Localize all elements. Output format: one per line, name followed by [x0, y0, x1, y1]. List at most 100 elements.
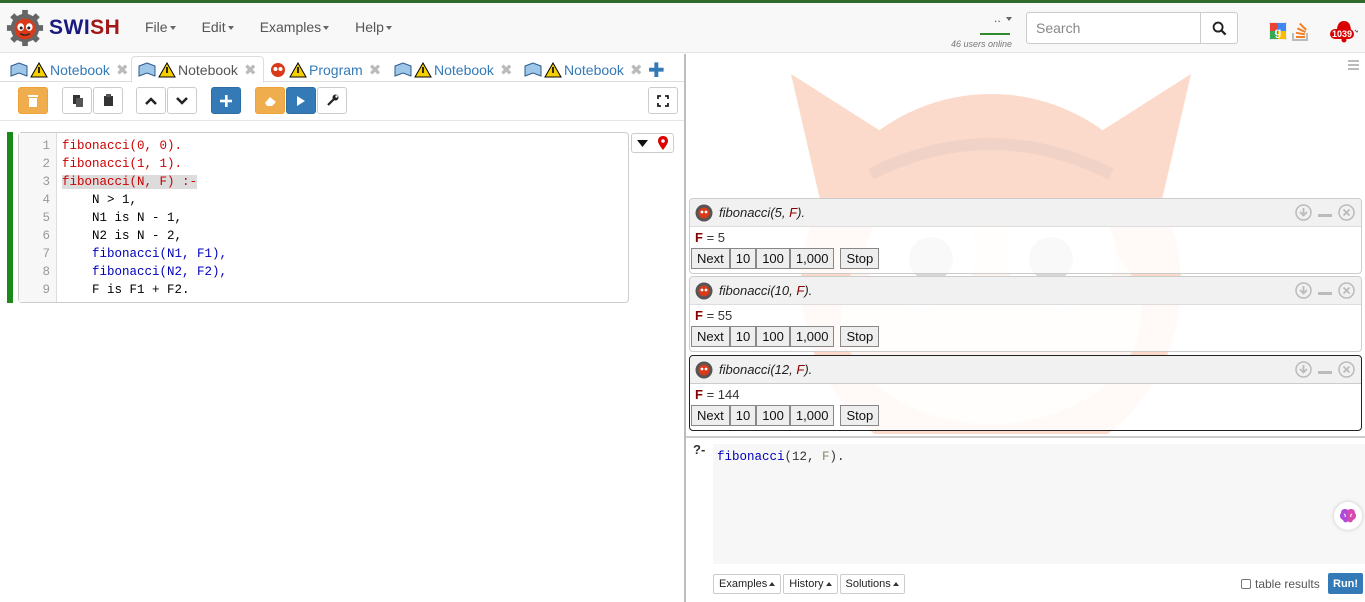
query-editor[interactable]: fibonacci(12, F).: [713, 444, 1365, 564]
tab-notebook-3[interactable]: Notebook ✖: [388, 56, 519, 83]
line-number: 8: [42, 265, 50, 279]
menu-edit[interactable]: Edit: [202, 19, 234, 35]
map-marker-icon: [657, 136, 668, 150]
answer-buttons: Next 10 100 1,000 Stop: [690, 248, 1361, 269]
fullscreen-button[interactable]: [648, 87, 678, 114]
minimize-icon[interactable]: [1316, 282, 1334, 299]
notification-badge: 1039: [1330, 29, 1355, 39]
line-number: 7: [42, 247, 50, 261]
menu-help[interactable]: Help: [355, 19, 392, 35]
move-cell-down-button[interactable]: [167, 87, 197, 114]
line-number: 2: [42, 157, 50, 171]
stackoverflow-login-icon[interactable]: [1290, 20, 1312, 42]
program-editor[interactable]: 1 2 3 4 5 6 7 8 9 fibonacci(0, 0). fibon…: [18, 132, 629, 303]
close-icon[interactable]: ✖: [116, 61, 129, 79]
download-icon[interactable]: [1295, 361, 1312, 378]
close-icon[interactable]: [1338, 204, 1355, 221]
examples-dropup-button[interactable]: Examples: [713, 574, 782, 594]
stop-button[interactable]: Stop: [840, 248, 880, 269]
paste-cell-button[interactable]: [93, 87, 123, 114]
solutions-dropup-button[interactable]: Solutions: [839, 574, 905, 594]
menu-file[interactable]: File: [145, 19, 176, 35]
answer-binding: F = 144: [695, 387, 740, 402]
next-1000-button[interactable]: 1,000: [789, 248, 835, 269]
cell-dropdown-button[interactable]: [632, 134, 653, 152]
warning-icon: [158, 61, 176, 77]
play-icon: [297, 95, 305, 106]
line-number: 4: [42, 193, 50, 207]
swish-logo-icon: [6, 9, 44, 47]
close-icon[interactable]: ✖: [244, 61, 257, 79]
code-line: N1 is N - 1,: [62, 211, 183, 225]
brain-icon[interactable]: [1334, 502, 1362, 530]
cell-menu: [631, 133, 674, 153]
main-menu: File Edit Examples Help: [145, 19, 418, 35]
add-tab-button[interactable]: ✚: [648, 58, 665, 83]
tab-notebook-4[interactable]: Notebook ✖: [518, 56, 649, 83]
next-1000-button[interactable]: 1,000: [789, 326, 835, 347]
close-icon[interactable]: ✖: [369, 61, 382, 79]
answer-block-2: fibonacci(10, F). F = 55 Next 10 100 1,0…: [689, 276, 1362, 352]
next-10-button[interactable]: 10: [729, 405, 757, 426]
cell-location-button[interactable]: [653, 134, 674, 152]
table-results-checkbox[interactable]: [1241, 579, 1251, 589]
close-icon[interactable]: [1338, 282, 1355, 299]
warning-icon: [544, 61, 562, 77]
close-icon[interactable]: ✖: [630, 61, 643, 79]
tab-notebook-1[interactable]: Notebook ✖: [4, 56, 135, 83]
history-dropup-button[interactable]: History: [783, 574, 838, 594]
answer-header: fibonacci(12, F).: [690, 356, 1361, 384]
settings-button[interactable]: [317, 87, 347, 114]
warning-icon: [289, 61, 307, 77]
notebook-toolbar: [0, 83, 684, 121]
next-10-button[interactable]: 10: [729, 248, 757, 269]
copy-icon: [72, 95, 83, 107]
insert-cell-button[interactable]: [211, 87, 241, 114]
query-button-row: Examples History Solutions: [713, 574, 907, 594]
next-100-button[interactable]: 100: [756, 405, 790, 426]
notebook-icon: [10, 61, 28, 77]
menu-examples[interactable]: Examples: [260, 19, 330, 35]
chevron-down-icon: [176, 96, 188, 105]
code-lines: fibonacci(0, 0). fibonacci(1, 1). fibona…: [62, 137, 227, 299]
clear-output-button[interactable]: [255, 87, 285, 114]
answer-binding: F = 55: [695, 308, 733, 323]
search-button[interactable]: [1201, 12, 1238, 44]
next-button[interactable]: Next: [691, 248, 730, 269]
next-10-button[interactable]: 10: [729, 326, 757, 347]
next-100-button[interactable]: 100: [756, 326, 790, 347]
next-1000-button[interactable]: 1,000: [789, 405, 835, 426]
delete-cell-button[interactable]: [18, 87, 48, 114]
query-prompt: ?-: [693, 442, 706, 457]
stop-button[interactable]: Stop: [840, 405, 880, 426]
next-button[interactable]: Next: [691, 405, 730, 426]
close-icon[interactable]: [1338, 361, 1355, 378]
move-cell-up-button[interactable]: [136, 87, 166, 114]
copy-cell-button[interactable]: [62, 87, 92, 114]
download-icon[interactable]: [1295, 204, 1312, 221]
users-online[interactable]: .. 46 users online: [940, 11, 1012, 49]
minimize-icon[interactable]: [1316, 204, 1334, 221]
stop-button[interactable]: Stop: [840, 326, 880, 347]
google-login-icon[interactable]: g: [1269, 22, 1287, 40]
next-100-button[interactable]: 100: [756, 248, 790, 269]
results-pane: fibonacci(5, F). F = 5 Next 10 100 1,000…: [686, 54, 1365, 602]
answer-block-3: fibonacci(12, F). F = 144 Next 10 100 1,…: [689, 355, 1362, 431]
search-input[interactable]: [1026, 12, 1201, 44]
fullscreen-icon: [657, 94, 669, 107]
tab-notebook-2[interactable]: Notebook ✖: [131, 56, 264, 83]
code-line: F is F1 + F2.: [62, 283, 190, 297]
close-icon[interactable]: ✖: [500, 61, 513, 79]
brand[interactable]: SWISH: [6, 9, 120, 47]
run-cell-button[interactable]: [286, 87, 316, 114]
next-button[interactable]: Next: [691, 326, 730, 347]
download-icon[interactable]: [1295, 282, 1312, 299]
menu-hamburger-icon[interactable]: [1348, 60, 1359, 72]
table-results-toggle[interactable]: table results: [1241, 577, 1320, 591]
tab-program[interactable]: Program ✖: [263, 56, 387, 83]
minimize-icon[interactable]: [1316, 361, 1334, 378]
users-online-count: 46 users online: [950, 39, 1012, 49]
run-query-button[interactable]: Run!: [1328, 573, 1364, 594]
answer-controls: [1295, 282, 1355, 299]
code-line: fibonacci(N2, F2),: [62, 265, 228, 279]
